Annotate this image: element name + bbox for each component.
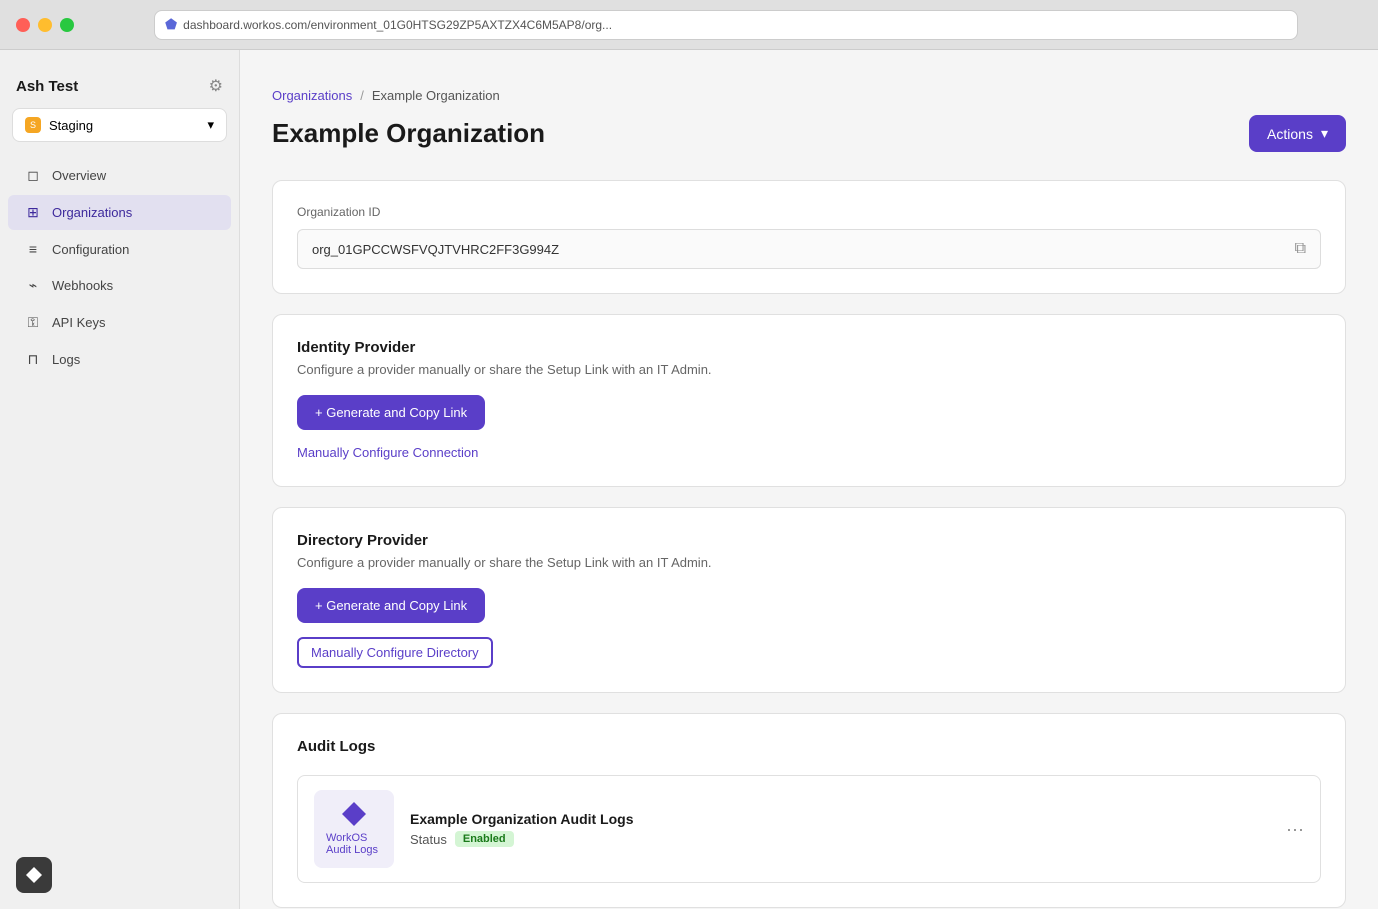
audit-logs-card: Audit Logs WorkOS Audit Logs Example Org… xyxy=(272,713,1346,908)
chevron-down-icon: ▾ xyxy=(207,117,214,133)
audit-icon-box: WorkOS Audit Logs xyxy=(314,790,394,868)
org-id-card: Organization ID org_01GPCCWSFVQJTVHRC2FF… xyxy=(272,180,1346,294)
logs-icon: ⊓ xyxy=(24,351,42,368)
env-icon: S xyxy=(25,117,41,133)
page-header: Example Organization Actions ▾ xyxy=(272,115,1346,152)
audit-more-button[interactable]: ··· xyxy=(1286,819,1304,840)
main-content: Organizations / Example Organization Exa… xyxy=(240,0,1378,909)
sidebar-item-webhooks[interactable]: ⌁ Webhooks xyxy=(8,268,231,303)
workos-diamond-icon xyxy=(342,802,366,826)
sidebar-item-label: Organizations xyxy=(52,205,132,220)
identity-provider-desc: Configure a provider manually or share t… xyxy=(297,362,1321,377)
audit-logs-title: Audit Logs xyxy=(297,738,1321,755)
identity-provider-title: Identity Provider xyxy=(297,339,1321,356)
audit-info: Example Organization Audit Logs Status E… xyxy=(410,811,1270,847)
directory-provider-title: Directory Provider xyxy=(297,532,1321,549)
sidebar-header: Ash Test ⚙ xyxy=(0,60,239,108)
environment-selector[interactable]: S Staging ▾ xyxy=(12,108,227,142)
workos-logo xyxy=(16,857,52,893)
actions-button[interactable]: Actions ▾ xyxy=(1249,115,1346,152)
sidebar-item-overview[interactable]: ◻ Overview xyxy=(8,158,231,193)
traffic-lights xyxy=(0,18,74,32)
organizations-icon: ⊞ xyxy=(24,204,42,221)
audit-icon-label: WorkOS Audit Logs xyxy=(326,832,382,856)
directory-manual-configure-link[interactable]: Manually Configure Directory xyxy=(297,637,493,668)
sidebar-item-configuration[interactable]: ≡ Configuration xyxy=(8,232,231,266)
breadcrumb: Organizations / Example Organization xyxy=(272,88,1346,103)
webhooks-icon: ⌁ xyxy=(24,277,42,294)
address-text: dashboard.workos.com/environment_01G0HTS… xyxy=(183,18,612,32)
sidebar: Ash Test ⚙ S Staging ▾ ◻ Overview ⊞ Orga… xyxy=(0,0,240,909)
directory-generate-copy-link-button[interactable]: + Generate and Copy Link xyxy=(297,588,485,623)
org-id-label: Organization ID xyxy=(297,205,1321,219)
audit-status-row: Status Enabled xyxy=(410,831,1270,847)
maximize-button[interactable] xyxy=(60,18,74,32)
address-bar[interactable]: ⬟ dashboard.workos.com/environment_01G0H… xyxy=(154,10,1298,40)
breadcrumb-separator: / xyxy=(360,88,364,103)
sidebar-item-organizations[interactable]: ⊞ Organizations xyxy=(8,195,231,230)
breadcrumb-parent-link[interactable]: Organizations xyxy=(272,88,352,103)
sidebar-bottom xyxy=(0,841,239,909)
gear-icon[interactable]: ⚙ xyxy=(209,76,223,96)
breadcrumb-current: Example Organization xyxy=(372,88,500,103)
configuration-icon: ≡ xyxy=(24,241,42,257)
status-badge: Enabled xyxy=(455,831,514,847)
directory-provider-card: Directory Provider Configure a provider … xyxy=(272,507,1346,693)
minimize-button[interactable] xyxy=(38,18,52,32)
sidebar-title: Ash Test xyxy=(16,78,78,95)
audit-status-label: Status xyxy=(410,832,447,847)
page-title: Example Organization xyxy=(272,118,545,149)
identity-generate-copy-link-button[interactable]: + Generate and Copy Link xyxy=(297,395,485,430)
org-id-field: org_01GPCCWSFVQJTVHRC2FF3G994Z ⧉ xyxy=(297,229,1321,269)
sidebar-item-label: Webhooks xyxy=(52,278,113,293)
audit-item-name: Example Organization Audit Logs xyxy=(410,811,1270,827)
identity-manual-configure-link[interactable]: Manually Configure Connection xyxy=(297,445,478,460)
chevron-down-icon: ▾ xyxy=(1321,125,1328,142)
close-button[interactable] xyxy=(16,18,30,32)
org-id-value: org_01GPCCWSFVQJTVHRC2FF3G994Z xyxy=(312,242,559,257)
sidebar-item-label: Logs xyxy=(52,352,80,367)
identity-provider-card: Identity Provider Configure a provider m… xyxy=(272,314,1346,487)
sidebar-item-label: API Keys xyxy=(52,315,105,330)
sidebar-nav: ◻ Overview ⊞ Organizations ≡ Configurati… xyxy=(0,158,239,379)
window-chrome: ⬟ dashboard.workos.com/environment_01G0H… xyxy=(0,0,1378,50)
sidebar-item-label: Overview xyxy=(52,168,106,183)
copy-icon[interactable]: ⧉ xyxy=(1295,240,1306,258)
sidebar-item-label: Configuration xyxy=(52,242,129,257)
site-icon: ⬟ xyxy=(165,16,177,33)
audit-log-item: WorkOS Audit Logs Example Organization A… xyxy=(297,775,1321,883)
directory-provider-desc: Configure a provider manually or share t… xyxy=(297,555,1321,570)
sidebar-item-logs[interactable]: ⊓ Logs xyxy=(8,342,231,377)
env-name: Staging xyxy=(49,118,93,133)
overview-icon: ◻ xyxy=(24,167,42,184)
sidebar-item-api-keys[interactable]: ⚿ API Keys xyxy=(8,305,231,340)
api-keys-icon: ⚿ xyxy=(24,314,42,331)
